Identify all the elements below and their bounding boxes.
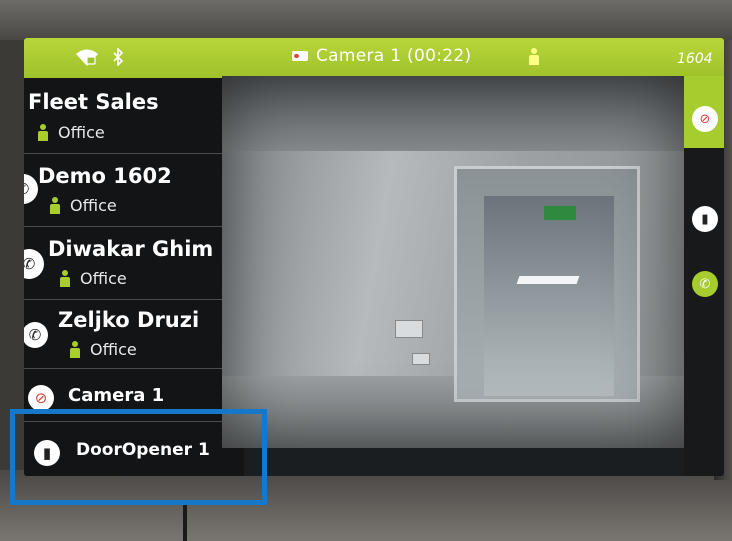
contact-item[interactable]: Fleet Sales Office [24,78,244,154]
door-icon[interactable]: ▮ [692,206,718,232]
contact-name: Zeljko Druzi [58,308,200,332]
presence-icon [70,340,80,359]
status-label: Office [90,340,137,359]
action-sidebar: ⊘ ▮ ✆ [684,76,724,476]
contact-name: Demo 1602 [38,164,172,188]
phone-icon: ✆ [24,174,38,204]
camera-off-icon[interactable]: ⊘ [692,106,718,132]
contact-status: Office [50,196,117,215]
call-status: Camera 1 (00:22) [292,46,471,66]
contact-item[interactable]: ✆ Zeljko Druzi Office [24,300,244,369]
camera-video-feed [222,76,684,448]
extension-number: 1604 [677,51,713,67]
contact-item[interactable]: ✆ Demo 1602 Office [24,154,244,227]
wifi-lock-icon [74,47,100,71]
contact-status: Office [70,340,137,359]
photo-background-top [0,0,732,40]
camera-icon [292,51,308,61]
presence-icon [60,269,70,288]
contact-status: Office [60,269,127,288]
contact-name: Fleet Sales [28,90,159,114]
contact-item[interactable]: ✆ Diwakar Ghim Office [24,227,244,300]
status-label: Office [58,123,105,142]
device-name: Camera 1 [68,385,165,406]
contact-status: Office [38,123,105,142]
status-bar: Camera 1 (00:22) 1604 [24,38,724,78]
status-label: Office [70,196,117,215]
camera-off-icon: ⊘ [28,385,54,411]
presence-icon [50,196,60,215]
phone-icon: ✆ [24,249,44,279]
camera-call-label: Camera 1 (00:22) [316,46,472,66]
annotation-pointer [183,505,187,541]
presence-icon [38,123,48,142]
phone-icon[interactable]: ✆ [692,271,718,297]
user-icon [529,48,539,66]
video-vignette [222,76,684,448]
status-label: Office [80,269,127,288]
annotation-highlight-box [10,409,267,505]
contact-name: Diwakar Ghim [48,237,214,261]
bluetooth-icon [112,47,124,70]
phone-icon: ✆ [24,322,48,348]
status-icons [74,47,124,71]
